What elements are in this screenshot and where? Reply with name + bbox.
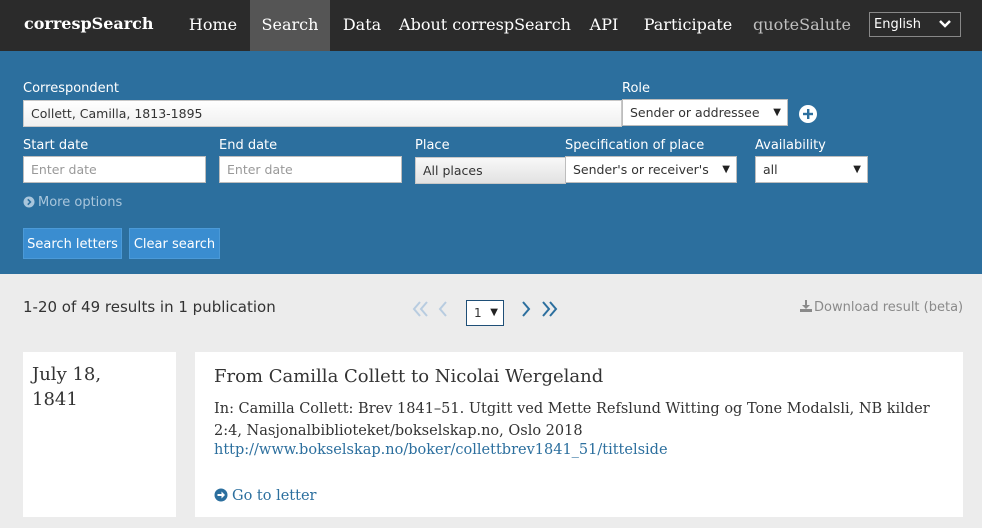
- search-letters-button[interactable]: Search letters: [23, 228, 122, 259]
- results-count: 1-20 of 49 results in 1 publication: [23, 298, 276, 316]
- select-arrow-icon: ▼: [773, 107, 781, 118]
- letter-source-url[interactable]: http://www.bokselskap.no/boker/collettbr…: [214, 442, 668, 458]
- role-select[interactable]: Sender or addressee ▼: [622, 99, 788, 126]
- nav-home[interactable]: Home: [178, 0, 248, 51]
- page-value: 1: [474, 306, 482, 320]
- arrow-circle-right-icon: [214, 488, 228, 502]
- go-to-letter-label: Go to letter: [232, 488, 317, 504]
- double-chevron-right-icon[interactable]: [541, 299, 559, 319]
- chevron-right-icon[interactable]: [520, 299, 532, 319]
- download-label: Download result (beta): [814, 300, 964, 315]
- download-icon: [800, 300, 812, 312]
- chevron-down-icon: [939, 20, 951, 28]
- letter-date: July 18, 1841: [32, 362, 101, 412]
- more-options-label: More options: [38, 195, 123, 210]
- availability-value: all: [763, 162, 778, 177]
- availability-select[interactable]: all ▼: [755, 156, 868, 183]
- place-input[interactable]: All places: [415, 157, 566, 184]
- role-label: Role: [622, 81, 651, 96]
- nav-participate[interactable]: Participate: [638, 0, 738, 51]
- start-date-label: Start date: [23, 138, 89, 153]
- go-to-letter-link[interactable]: Go to letter: [214, 488, 316, 504]
- select-arrow-icon: ▼: [490, 307, 498, 318]
- letter-detail-card: From Camilla Collett to Nicolai Wergelan…: [195, 352, 963, 517]
- correspondent-label: Correspondent: [23, 81, 120, 96]
- availability-label: Availability: [755, 138, 826, 153]
- start-date-input[interactable]: Enter date: [23, 156, 206, 183]
- more-options-toggle[interactable]: More options: [23, 195, 122, 210]
- plus-circle-icon[interactable]: [798, 104, 818, 124]
- place-spec-label: Specification of place: [565, 138, 705, 153]
- role-value: Sender or addressee: [630, 105, 760, 120]
- double-chevron-left-icon[interactable]: [411, 299, 429, 319]
- place-spec-value: Sender's or receiver's: [573, 162, 709, 177]
- end-date-input[interactable]: Enter date: [219, 156, 402, 183]
- chevron-left-icon[interactable]: [437, 299, 449, 319]
- letter-date-line2: 1841: [32, 389, 78, 410]
- letter-title: From Camilla Collett to Nicolai Wergelan…: [214, 366, 604, 387]
- language-select[interactable]: English: [869, 12, 961, 37]
- select-arrow-icon: ▼: [853, 164, 861, 175]
- nav-quotesalute[interactable]: quoteSalute: [748, 0, 856, 51]
- nav-about[interactable]: About correspSearch: [398, 0, 572, 51]
- clear-search-button[interactable]: Clear search: [129, 228, 220, 259]
- letter-date-line1: July 18,: [32, 364, 102, 385]
- brand-logo[interactable]: correspSearch: [24, 14, 154, 33]
- nav-search[interactable]: Search: [250, 0, 330, 51]
- letter-date-card: July 18, 1841: [23, 352, 176, 517]
- search-panel: Correspondent Collett, Camilla, 1813-189…: [0, 51, 982, 274]
- download-result-link[interactable]: Download result (beta): [800, 300, 963, 315]
- place-label: Place: [415, 138, 450, 153]
- nav-data[interactable]: Data: [332, 0, 392, 51]
- correspondent-input[interactable]: Collett, Camilla, 1813-1895: [23, 100, 622, 127]
- chevron-circle-right-icon: [23, 196, 35, 208]
- page-select[interactable]: 1 ▼: [466, 300, 504, 326]
- language-value: English: [874, 17, 921, 32]
- end-date-label: End date: [219, 138, 278, 153]
- nav-api[interactable]: API: [578, 0, 630, 51]
- select-arrow-icon: ▼: [722, 164, 730, 175]
- top-navbar: correspSearch Home Search Data About cor…: [0, 0, 982, 51]
- place-spec-select[interactable]: Sender's or receiver's ▼: [565, 156, 737, 183]
- letter-source: In: Camilla Collett: Brev 1841–51. Utgit…: [214, 401, 930, 439]
